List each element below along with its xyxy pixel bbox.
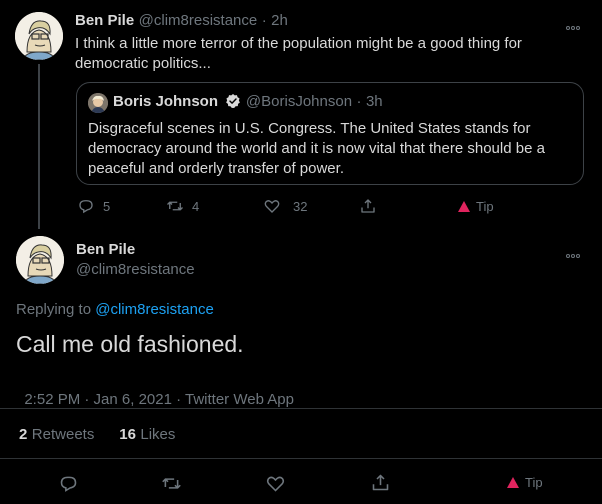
thread-connector-line [38,64,40,229]
engagement-stats: 2 Retweets 16 Likes [19,426,175,444]
reply-count: 5 [103,198,111,214]
retweets-stat[interactable]: 2 Retweets [19,426,99,443]
quoted-avatar [88,93,108,113]
likes-count: 16 [119,426,136,443]
author-handle[interactable]: @clim8resistance [139,12,258,29]
share-button[interactable] [359,197,377,215]
retweet-count: 4 [192,198,200,214]
reply-tweet-header: Ben Pile @clim8resistance · 2h [75,12,288,30]
more-icon[interactable] [566,17,584,30]
tip-icon [507,477,519,488]
like-count: 32 [293,198,308,214]
share-button[interactable] [370,472,391,493]
quoted-tweet[interactable]: Boris Johnson @BorisJohnson · 3h Disgrac… [76,82,584,185]
retweet-icon [162,478,181,489]
like-button[interactable] [265,473,286,494]
reply-button[interactable] [58,473,79,494]
timestamp-text[interactable]: 2:52 PM · Jan 6, 2021 · [24,391,185,408]
likes-stat[interactable]: 16 Likes [119,426,175,443]
tip-button[interactable]: Tip [458,199,494,214]
retweet-icon [167,201,183,211]
share-icon [372,474,389,491]
share-icon [361,199,375,213]
likes-label: Likes [140,426,176,443]
author-name[interactable]: Ben Pile [75,12,134,29]
quoted-tweet-time[interactable]: 3h [366,93,383,110]
retweets-label: Retweets [31,426,95,443]
quoted-author-handle[interactable]: @BorisJohnson [246,93,352,110]
avatar[interactable] [15,12,63,60]
source-link[interactable]: Twitter Web App [185,391,294,408]
reply-icon [79,200,93,214]
separator-dot: · [261,12,267,29]
retweets-count: 2 [19,426,28,443]
tip-icon [458,201,470,212]
avatar-illustration [15,12,63,60]
retweet-button[interactable]: 4 [166,197,199,215]
retweet-button[interactable] [161,473,182,494]
quoted-tweet-header: Boris Johnson @BorisJohnson · 3h [113,93,383,111]
verified-badge-icon [226,94,241,108]
tweet-timestamp: 2:52 PM · Jan 6, 2021 · Twitter Web App [16,374,294,408]
divider [0,458,602,459]
tip-button[interactable]: Tip [507,475,543,490]
avatar-illustration [16,236,64,284]
tip-label: Tip [525,475,543,490]
author-handle[interactable]: @clim8resistance [76,261,195,278]
tip-label: Tip [476,199,494,214]
avatar[interactable] [16,236,64,284]
reply-icon [60,476,77,492]
tweet-text: I think a little more terror of the popu… [75,35,522,72]
author-name[interactable]: Ben Pile [76,241,135,258]
like-icon [266,476,285,492]
reply-button[interactable]: 5 [77,197,110,215]
replying-to: Replying to @clim8resistance [16,301,214,318]
like-icon [264,200,280,213]
main-tweet-text: Call me old fashioned. [16,331,244,357]
like-button[interactable]: 32 [263,197,307,215]
separator-dot: · [356,93,362,110]
quoted-author-name[interactable]: Boris Johnson [113,93,218,110]
tweet-time[interactable]: 2h [271,12,288,29]
more-icon[interactable] [566,245,584,258]
divider [0,408,602,409]
replying-to-label: Replying to [16,301,92,318]
quoted-tweet-text: Disgraceful scenes in U.S. Congress. The… [88,120,545,177]
replying-to-handle-link[interactable]: @clim8resistance [95,301,214,318]
